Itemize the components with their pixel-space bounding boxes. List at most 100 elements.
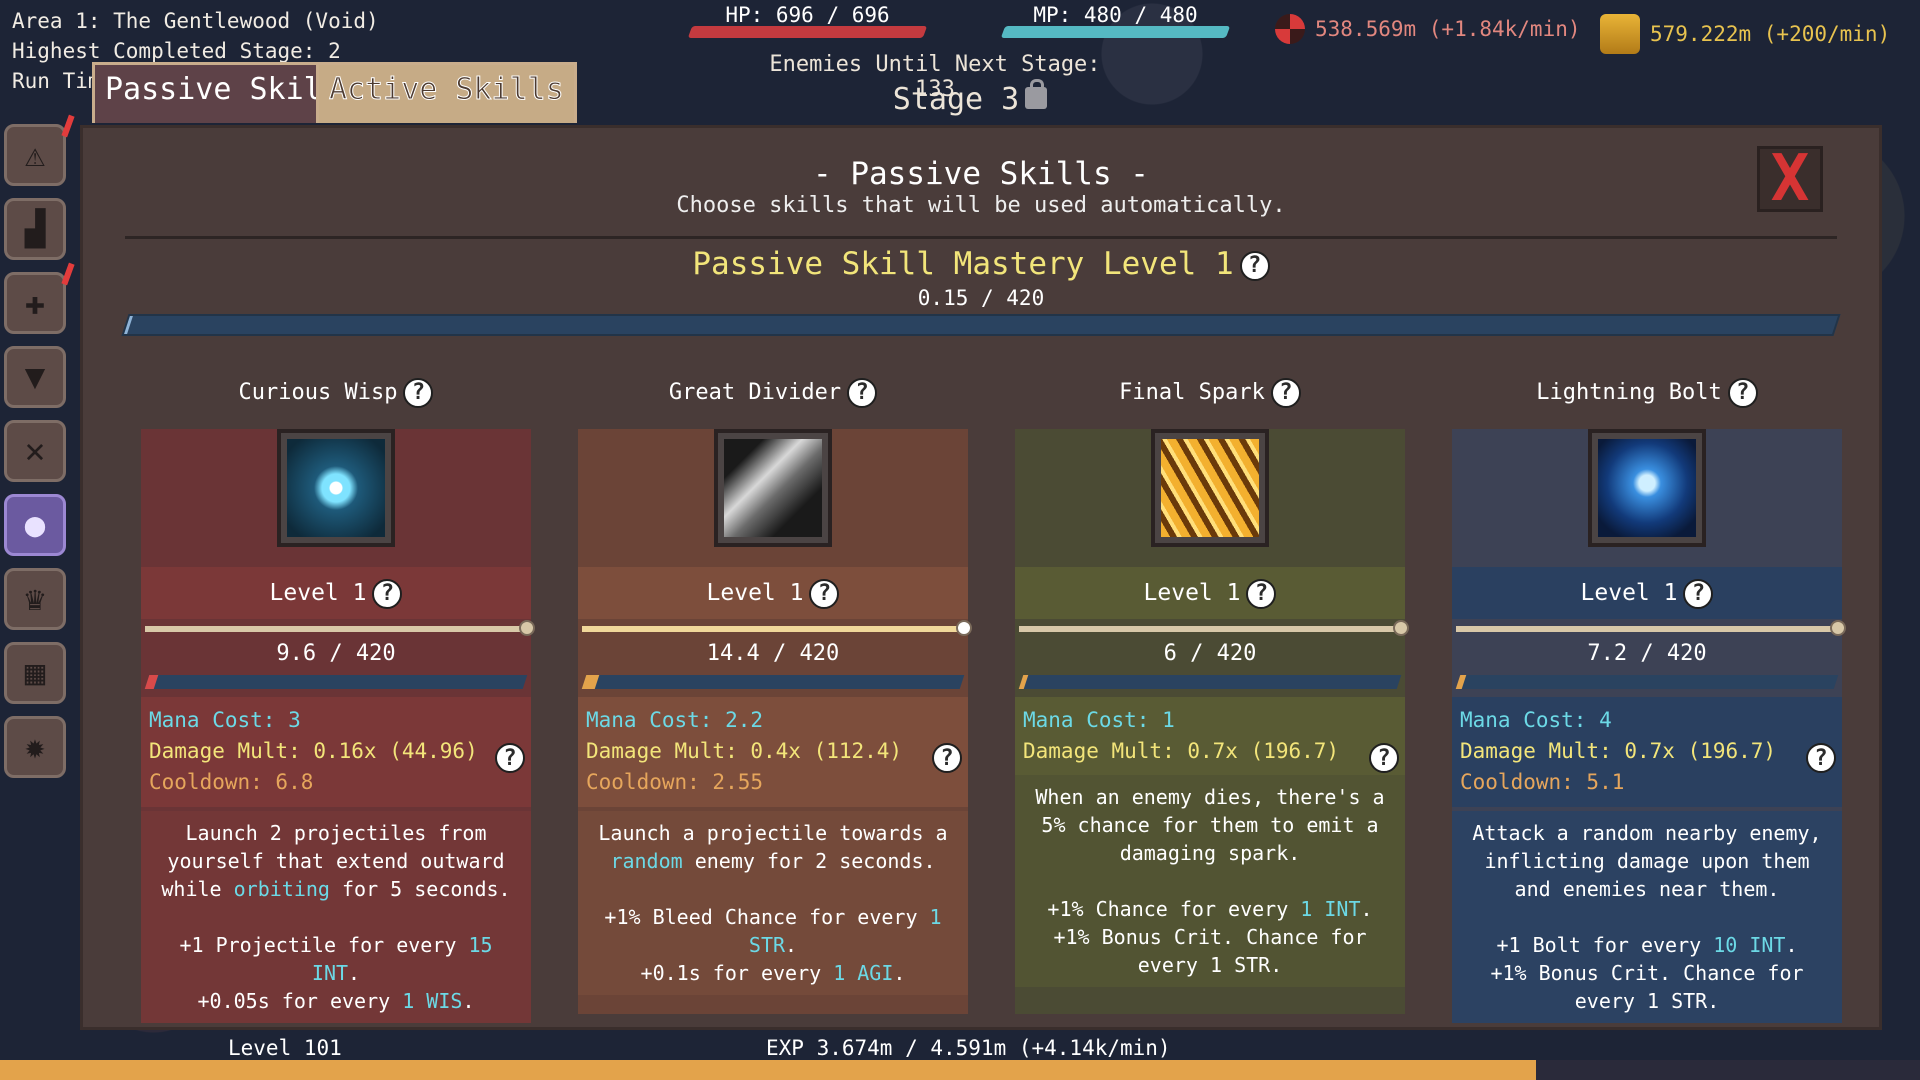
skill-name-text: Final Spark [1119, 380, 1265, 405]
essence-resource: 538.569m (+1.84k/min) [1275, 14, 1581, 44]
skill-level-slider[interactable] [582, 620, 972, 636]
desc-text: Attack a random nearby enemy, inflicting… [1472, 821, 1822, 901]
slider-knob[interactable] [956, 620, 972, 636]
help-icon[interactable]: ? [809, 578, 840, 609]
skill-name-text: Lightning Bolt [1536, 380, 1722, 405]
skill-xp-bar [581, 675, 965, 689]
desc-text: . [462, 989, 475, 1013]
skill-stats: Mana Cost: 4 Damage Mult: 0.7x (196.7) C… [1452, 697, 1842, 807]
sidebar-stats-button[interactable]: ▟ [4, 198, 66, 260]
area-name: Area 1: The Gentlewood (Void) [12, 9, 379, 33]
desc-text: +1 Projectile for every [179, 933, 469, 957]
sidebar-warning-button[interactable]: ⚠ [4, 114, 75, 186]
hp-display: HP: 696 / 696 [687, 2, 928, 38]
cooldown: Cooldown: 6.8 [149, 770, 314, 794]
lock-icon[interactable] [1025, 78, 1048, 109]
cooldown: Cooldown: 2.55 [586, 770, 764, 794]
skill-level-slider[interactable] [1019, 620, 1409, 636]
desc-highlight: random [610, 849, 683, 873]
desc-text: +1% Bonus Crit. Chance for every 1 STR. [1490, 961, 1804, 1013]
desc-line-main: Launch 2 projectiles from yourself that … [151, 819, 521, 903]
help-icon[interactable]: ? [847, 378, 878, 408]
skill-card-great-divider[interactable]: Great Divider? Level 1? 14.4 / 420 Mana … [578, 373, 972, 1014]
mp-text: MP: 480 / 480 [1033, 3, 1198, 27]
skill-level-text: Level 1 [1143, 580, 1241, 606]
help-icon[interactable]: ? [1369, 743, 1399, 773]
gold-amount: 579.222m (+200/min) [1650, 22, 1891, 46]
desc-text: Launch a projectile towards a [598, 821, 948, 845]
help-icon[interactable]: ? [932, 743, 962, 773]
skill-description: Launch 2 projectiles from yourself that … [141, 811, 531, 1023]
hp-bar [687, 26, 928, 38]
skill-description: When an enemy dies, there's a 5% chance … [1015, 775, 1405, 987]
help-icon[interactable]: ? [1806, 743, 1836, 773]
sidebar-trophy-button[interactable]: ♛ [4, 568, 66, 630]
help-icon[interactable]: ? [1683, 578, 1714, 609]
desc-line-main: When an enemy dies, there's a 5% chance … [1025, 783, 1395, 867]
exp-fill [0, 1060, 1536, 1080]
skill-xp-bar [1455, 675, 1839, 689]
skill-level: Level 1? [1015, 567, 1405, 619]
skill-stats: Mana Cost: 3 Damage Mult: 0.16x (44.96) … [141, 697, 531, 807]
desc-highlight: orbiting [233, 877, 330, 901]
desc-line-scaling-1: +1% Chance for every 1 INT. [1025, 895, 1395, 923]
skill-icon-frame [277, 429, 395, 547]
skill-xp-text: 14.4 / 420 [706, 641, 840, 666]
gold-resource: 579.222m (+200/min) [1600, 14, 1890, 54]
slider-knob[interactable] [1393, 620, 1409, 636]
coins-icon [1600, 14, 1640, 54]
desc-line-scaling-2: +1% Bonus Crit. Chance for every 1 STR. [1462, 959, 1832, 1015]
desc-text: . [893, 961, 906, 985]
help-icon[interactable]: ? [372, 578, 403, 609]
skill-card-final-spark[interactable]: Final Spark? Level 1? 6 / 420 Mana Cost:… [1015, 373, 1409, 1014]
help-icon[interactable]: ? [1246, 578, 1277, 609]
map-icon: ▦ [24, 653, 46, 693]
trophy-icon: ♛ [24, 579, 46, 619]
sidebar-orb-button[interactable]: ● [4, 494, 66, 556]
skill-xp-fill [1455, 675, 1467, 689]
skill-card-body: Level 1? 7.2 / 420 Mana Cost: 4 Damage M… [1452, 429, 1846, 1023]
slider-knob[interactable] [519, 620, 535, 636]
mastery-progress-bar [121, 314, 1841, 336]
close-button[interactable]: X [1757, 146, 1823, 212]
sidebar-enemies-button[interactable]: ▼ [4, 346, 66, 408]
sidebar-skills-button[interactable]: ✕ [4, 420, 66, 482]
skill-xp-fill [144, 675, 158, 689]
desc-text: +0.1s for every [640, 961, 834, 985]
skill-level-slider[interactable] [145, 620, 535, 636]
mp-bar [1000, 26, 1231, 38]
skill-level-slider[interactable] [1456, 620, 1846, 636]
skill-card-body: Level 1? 6 / 420 Mana Cost: 1 Damage Mul… [1015, 429, 1409, 1014]
exp-bar [0, 1060, 1920, 1080]
desc-line-main: Attack a random nearby enemy, inflicting… [1462, 819, 1832, 903]
help-icon[interactable]: ? [1727, 378, 1758, 408]
sidebar-map-button[interactable]: ▦ [4, 642, 66, 704]
help-icon[interactable]: ? [495, 743, 525, 773]
help-icon[interactable]: ? [1270, 378, 1301, 408]
desc-text: +1 Bolt for every [1496, 933, 1714, 957]
skill-xp-fill [581, 675, 600, 689]
help-icon[interactable]: ? [1239, 250, 1270, 281]
desc-line-scaling-2: +1% Bonus Crit. Chance for every 1 STR. [1025, 923, 1395, 979]
sidebar-settings-button[interactable]: ✹ [4, 716, 66, 778]
skill-card-lightning-bolt[interactable]: Lightning Bolt? Level 1? 7.2 / 420 Mana … [1452, 373, 1846, 1023]
tab-active-skills[interactable]: Active Skills [316, 62, 577, 123]
desc-highlight: 1 AGI [833, 961, 894, 985]
damage-mult: Damage Mult: 0.4x (112.4) [586, 739, 903, 763]
divider [125, 236, 1837, 239]
sidebar-equipment-button[interactable]: ✚ [4, 262, 75, 334]
stage-label: Stage 3 [892, 82, 1020, 117]
desc-text: . [1360, 897, 1373, 921]
help-icon[interactable]: ? [403, 378, 434, 408]
skill-card-curious-wisp[interactable]: Curious Wisp? Level 1? 9.6 / 420 Mana Co… [141, 373, 535, 1023]
damage-mult: Damage Mult: 0.7x (196.7) [1023, 739, 1340, 763]
hp-text: HP: 696 / 696 [725, 3, 890, 27]
desc-highlight: 1 WIS [402, 989, 463, 1013]
desc-line-scaling-1: +1% Bleed Chance for every 1 STR. [588, 903, 958, 959]
wisp-icon [287, 439, 385, 537]
panel-title: - Passive Skills - [813, 156, 1149, 192]
skill-description: Attack a random nearby enemy, inflicting… [1452, 811, 1842, 1023]
orb-icon: ● [24, 505, 46, 545]
player-level: Level 101 [228, 1036, 342, 1060]
slider-knob[interactable] [1830, 620, 1846, 636]
